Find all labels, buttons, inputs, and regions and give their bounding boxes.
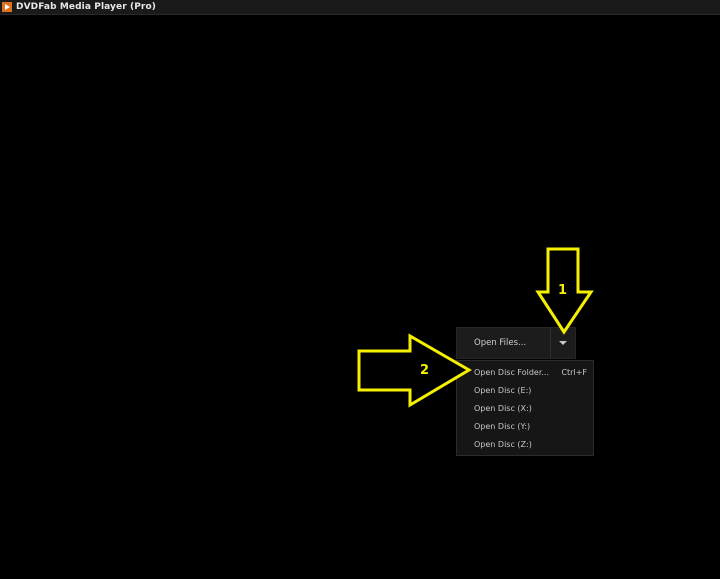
- menu-item-label: Open Disc (Z:): [474, 439, 532, 449]
- menu-item-shortcut: Ctrl+F: [561, 367, 587, 377]
- annotation-label-1: 1: [558, 283, 567, 298]
- menu-item-label: Open Disc Folder...: [474, 367, 550, 377]
- menu-item-open-disc-y[interactable]: Open Disc (Y:): [457, 417, 593, 435]
- annotation-label-2: 2: [420, 363, 429, 378]
- annotation-arrow-right: 2: [357, 333, 472, 408]
- menu-item-open-disc-e[interactable]: Open Disc (E:): [457, 381, 593, 399]
- app-logo-icon: [2, 2, 12, 12]
- menu-item-label: Open Disc (X:): [474, 403, 532, 413]
- menu-item-open-disc-folder[interactable]: Open Disc Folder... Ctrl+F: [457, 363, 593, 381]
- window-title: DVDFab Media Player (Pro): [16, 2, 156, 12]
- annotation-arrow-down: 1: [535, 247, 594, 335]
- video-area[interactable]: [0, 15, 720, 579]
- menu-item-label: Open Disc (E:): [474, 385, 532, 395]
- menu-item-label: Open Disc (Y:): [474, 421, 531, 431]
- menu-item-open-disc-x[interactable]: Open Disc (X:): [457, 399, 593, 417]
- chevron-down-icon: [559, 341, 567, 345]
- player-window: DVDFab Media Player (Pro) Open Files... …: [0, 0, 720, 579]
- menu-item-open-disc-z[interactable]: Open Disc (Z:): [457, 435, 593, 453]
- open-files-label: Open Files...: [474, 338, 527, 348]
- title-bar[interactable]: DVDFab Media Player (Pro): [0, 0, 720, 15]
- open-dropdown-menu: Open Disc Folder... Ctrl+F Open Disc (E:…: [456, 360, 594, 456]
